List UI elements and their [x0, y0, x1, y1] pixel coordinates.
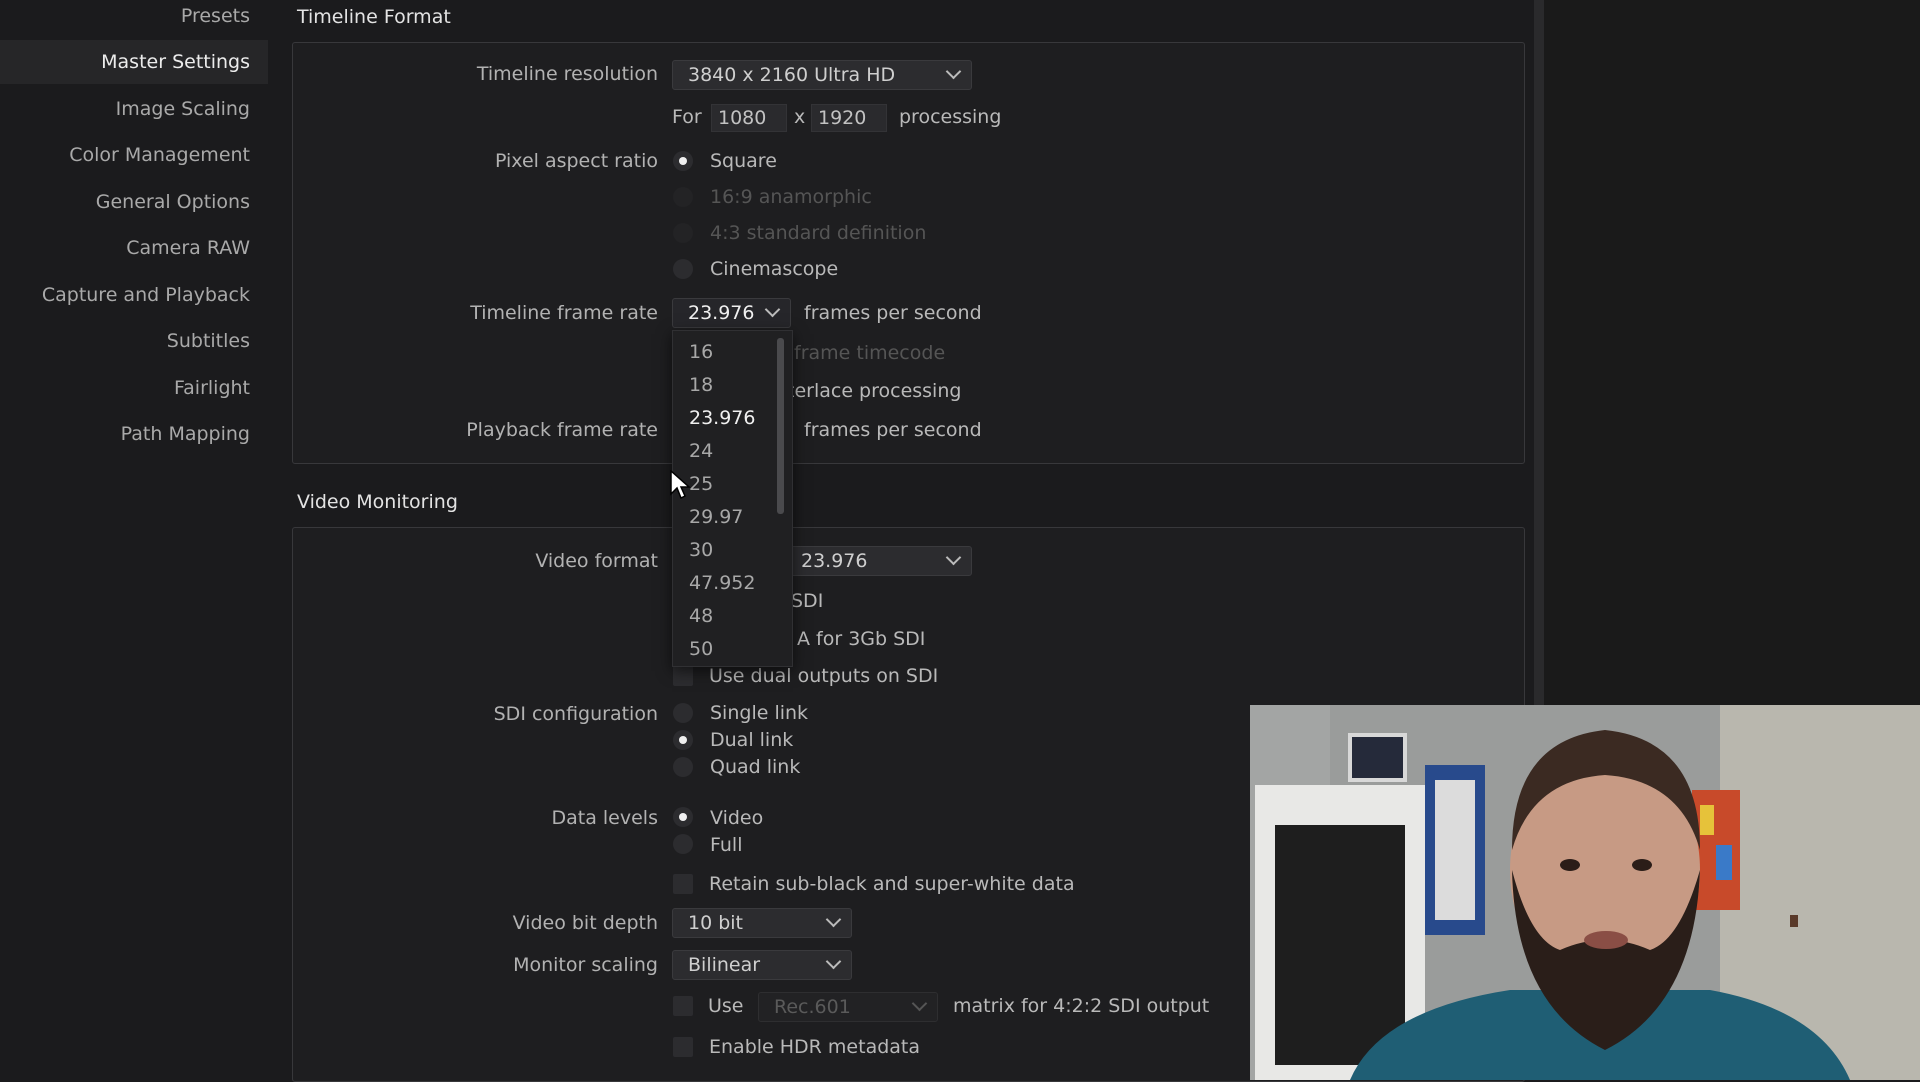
webcam-overlay — [1250, 705, 1920, 1080]
x-label: x — [794, 106, 806, 128]
matrix-suffix: matrix for 4:2:2 SDI output — [953, 995, 1210, 1017]
chevron-down-icon — [764, 301, 781, 318]
interlace-label: terlace processing — [787, 380, 962, 402]
timeline-format-title: Timeline Format — [297, 6, 451, 28]
aspect-anamorphic-radio[interactable] — [673, 187, 693, 207]
aspect-cinemascope-label: Cinemascope — [710, 258, 839, 280]
frame-rate-option[interactable]: 29.97 — [689, 506, 743, 528]
frame-rate-option[interactable]: 25 — [689, 473, 713, 495]
video-format-value: 23.976 — [801, 550, 868, 572]
chevron-down-icon — [945, 549, 962, 566]
aspect-square-label: Square — [710, 150, 777, 172]
processing-width-input[interactable]: 1080 — [711, 104, 787, 132]
sidebar-item-color-management[interactable]: Color Management — [0, 133, 268, 177]
bit-depth-select[interactable]: 10 bit — [672, 908, 852, 938]
hdr-label: Enable HDR metadata — [709, 1036, 921, 1058]
single-link-radio[interactable] — [673, 703, 693, 723]
dual-link-label: Dual link — [710, 729, 794, 751]
sidebar-item-subtitles[interactable]: Subtitles — [0, 319, 268, 363]
sidebar-item-camera-raw[interactable]: Camera RAW — [0, 226, 268, 270]
retain-checkbox[interactable] — [673, 874, 693, 894]
frame-rate-option[interactable]: 48 — [689, 605, 713, 627]
frame-rate-option[interactable]: 47.952 — [689, 572, 755, 594]
frame-rate-option[interactable]: 30 — [689, 539, 713, 561]
sidebar-item-general-options[interactable]: General Options — [0, 180, 268, 224]
aspect-square-radio[interactable] — [673, 151, 693, 171]
settings-sidebar: Presets Master Settings Image Scaling Co… — [0, 0, 268, 1080]
monitor-scaling-value: Bilinear — [688, 954, 761, 976]
sidebar-item-fairlight[interactable]: Fairlight — [0, 366, 268, 410]
bit-depth-value: 10 bit — [688, 912, 744, 934]
dual-outputs-checkbox[interactable] — [673, 666, 693, 686]
monitor-scaling-label: Monitor scaling — [513, 954, 658, 976]
data-levels-full-label: Full — [710, 834, 743, 856]
pixel-aspect-label: Pixel aspect ratio — [494, 150, 658, 172]
use-matrix-checkbox[interactable] — [673, 996, 693, 1016]
sdi-partial-label: SDI — [791, 590, 824, 612]
aspect-sd-radio[interactable] — [673, 223, 693, 243]
sidebar-item-master-settings[interactable]: Master Settings — [0, 40, 268, 84]
data-levels-full-radio[interactable] — [673, 834, 693, 854]
timeline-frame-rate-label: Timeline frame rate — [470, 302, 658, 324]
frame-rate-option-selected[interactable]: 23.976 — [689, 407, 755, 429]
monitor-scaling-select[interactable]: Bilinear — [672, 950, 852, 980]
use-label: Use — [708, 995, 744, 1017]
frame-rate-option[interactable]: 24 — [689, 440, 713, 462]
mouse-cursor-icon — [670, 469, 692, 504]
bit-depth-label: Video bit depth — [512, 912, 658, 934]
sdi-config-label: SDI configuration — [493, 703, 658, 725]
frame-rate-option[interactable]: 50 — [689, 638, 713, 660]
sidebar-item-presets[interactable]: Presets — [0, 0, 268, 38]
right-empty-pane — [1544, 0, 1920, 705]
dropdown-scrollbar[interactable] — [777, 338, 784, 514]
frame-rate-option[interactable]: 18 — [689, 374, 713, 396]
matrix-select[interactable]: Rec.601 — [758, 992, 938, 1022]
frame-rate-option[interactable]: 16 — [689, 341, 713, 363]
processing-label: processing — [899, 106, 1002, 128]
level-a-label: A for 3Gb SDI — [797, 628, 926, 650]
video-format-label: Video format — [535, 550, 658, 572]
chevron-down-icon — [911, 995, 928, 1012]
timeline-resolution-select[interactable]: 3840 x 2160 Ultra HD — [672, 60, 972, 90]
aspect-cinemascope-radio[interactable] — [673, 259, 693, 279]
chevron-down-icon — [945, 63, 962, 80]
timeline-resolution-label: Timeline resolution — [476, 63, 658, 85]
dual-link-radio[interactable] — [673, 730, 693, 750]
for-label: For — [672, 106, 702, 128]
single-link-label: Single link — [710, 702, 809, 724]
timeline-frame-rate-value: 23.976 — [688, 302, 755, 324]
quad-link-radio[interactable] — [673, 757, 693, 777]
sidebar-item-capture-and-playback[interactable]: Capture and Playback — [0, 273, 268, 317]
video-monitoring-title: Video Monitoring — [297, 491, 458, 513]
sidebar-item-path-mapping[interactable]: Path Mapping — [0, 412, 268, 456]
hdr-checkbox[interactable] — [673, 1037, 693, 1057]
retain-label: Retain sub-black and super-white data — [709, 873, 1075, 895]
chevron-down-icon — [825, 953, 842, 970]
data-levels-label: Data levels — [551, 807, 659, 829]
quad-link-label: Quad link — [710, 756, 801, 778]
chevron-down-icon — [825, 911, 842, 928]
playback-fps-suffix: frames per second — [804, 419, 982, 441]
aspect-sd-label: 4:3 standard definition — [710, 222, 927, 244]
sidebar-item-image-scaling[interactable]: Image Scaling — [0, 87, 268, 131]
dual-outputs-label: Use dual outputs on SDI — [709, 665, 939, 687]
timeline-frame-rate-select[interactable]: 23.976 — [672, 298, 791, 328]
fps-suffix: frames per second — [804, 302, 982, 324]
processing-height-input[interactable]: 1920 — [811, 104, 887, 132]
drop-frame-label: frame timecode — [794, 342, 946, 364]
aspect-anamorphic-label: 16:9 anamorphic — [710, 186, 872, 208]
timeline-resolution-value: 3840 x 2160 Ultra HD — [688, 64, 896, 86]
data-levels-video-radio[interactable] — [673, 807, 693, 827]
webcam-person-image — [1250, 705, 1920, 1080]
matrix-value: Rec.601 — [774, 996, 851, 1018]
data-levels-video-label: Video — [710, 807, 764, 829]
playback-frame-rate-label: Playback frame rate — [466, 419, 658, 441]
